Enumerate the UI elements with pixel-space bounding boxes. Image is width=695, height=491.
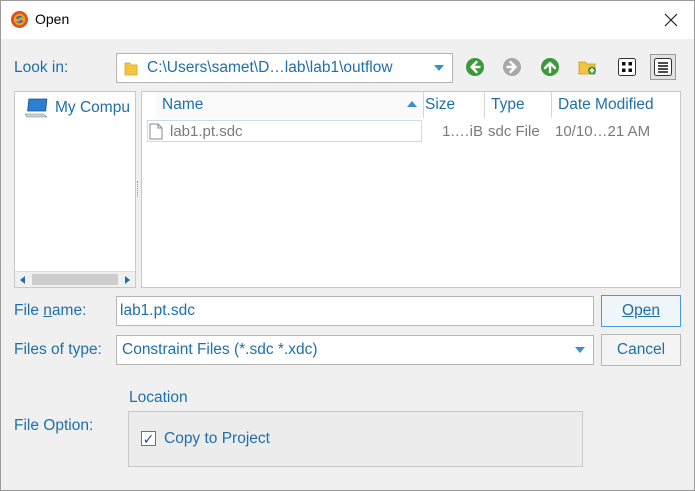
window-title: Open	[35, 11, 70, 27]
sidebar-panel: My Compu	[14, 91, 136, 288]
scrollbar-thumb[interactable]	[32, 274, 118, 285]
column-header-date-modified[interactable]: Date Modified	[552, 92, 680, 118]
sidebar-horizontal-scrollbar[interactable]	[15, 271, 135, 287]
sidebar-item-my-computer[interactable]: My Compu	[23, 97, 135, 119]
list-view-button[interactable]	[614, 54, 640, 80]
file-list-panel: Name Size Type Date Modified lab1.pt.sdc…	[141, 91, 681, 288]
title-bar: Open	[1, 1, 694, 39]
back-icon	[466, 58, 484, 76]
sidebar-item-label: My Compu	[55, 99, 130, 116]
scroll-right-button[interactable]	[120, 273, 134, 286]
forward-icon	[503, 58, 521, 76]
new-folder-button[interactable]	[575, 54, 601, 80]
file-type-label: Files of type:	[14, 341, 102, 358]
sort-ascending-icon	[407, 101, 417, 107]
column-header-label: Size	[425, 96, 456, 113]
file-type-value: Constraint Files (*.sdc *.xdc)	[122, 341, 318, 358]
folder-icon	[124, 62, 138, 76]
splitter-handle[interactable]	[137, 181, 140, 197]
file-name-input[interactable]: lab1.pt.sdc	[116, 296, 594, 326]
file-date-cell: 10/10…21 AM	[555, 122, 651, 140]
file-type-cell: sdc File	[488, 122, 540, 140]
computer-icon	[24, 98, 48, 118]
chevron-down-icon	[434, 65, 444, 71]
copy-to-project-checkbox[interactable]: ✓	[141, 431, 156, 446]
detail-view-icon	[654, 58, 672, 76]
up-folder-icon	[541, 58, 559, 76]
column-header-label: Name	[162, 96, 204, 113]
scroll-left-icon	[20, 276, 25, 284]
file-option-label: File Option:	[14, 417, 94, 434]
check-icon: ✓	[142, 430, 155, 447]
file-type-combobox[interactable]: Constraint Files (*.sdc *.xdc)	[116, 335, 594, 365]
copy-to-project-label: Copy to Project	[164, 430, 270, 447]
app-logo-icon	[10, 10, 29, 29]
column-header-label: Date Modified	[558, 96, 654, 113]
open-button[interactable]: Open	[601, 295, 681, 327]
forward-button[interactable]	[499, 54, 525, 80]
column-header-label: Type	[491, 96, 525, 113]
look-in-path: C:\Users\samet\D…lab\lab1\outflow	[147, 59, 393, 76]
close-icon	[664, 13, 678, 27]
list-view-icon	[618, 58, 636, 76]
column-header-type[interactable]: Type	[485, 92, 552, 118]
file-icon	[149, 123, 163, 139]
look-in-label: Look in:	[14, 59, 69, 76]
column-header-size[interactable]: Size	[424, 92, 485, 118]
file-name-cell: lab1.pt.sdc	[147, 120, 422, 142]
detail-view-button[interactable]	[650, 54, 676, 80]
location-group-box: ✓ Copy to Project	[128, 411, 583, 467]
file-name-label: File name:	[14, 302, 87, 319]
look-in-combobox[interactable]: C:\Users\samet\D…lab\lab1\outflow	[116, 53, 453, 83]
cancel-button[interactable]: Cancel	[601, 334, 681, 366]
close-button[interactable]	[648, 1, 694, 39]
column-header-name[interactable]: Name	[156, 92, 424, 118]
open-dialog: Open Look in: C:\Users\samet\D…lab\lab1\…	[0, 0, 695, 491]
new-folder-icon	[578, 61, 596, 75]
file-name-value: lab1.pt.sdc	[120, 302, 195, 319]
file-size-cell: 1.…iB	[442, 122, 483, 140]
chevron-down-icon	[575, 347, 585, 353]
location-group-title: Location	[129, 389, 188, 406]
back-button[interactable]	[462, 54, 488, 80]
scroll-right-icon	[125, 276, 130, 284]
scroll-left-button[interactable]	[16, 273, 30, 286]
up-folder-button[interactable]	[537, 54, 563, 80]
